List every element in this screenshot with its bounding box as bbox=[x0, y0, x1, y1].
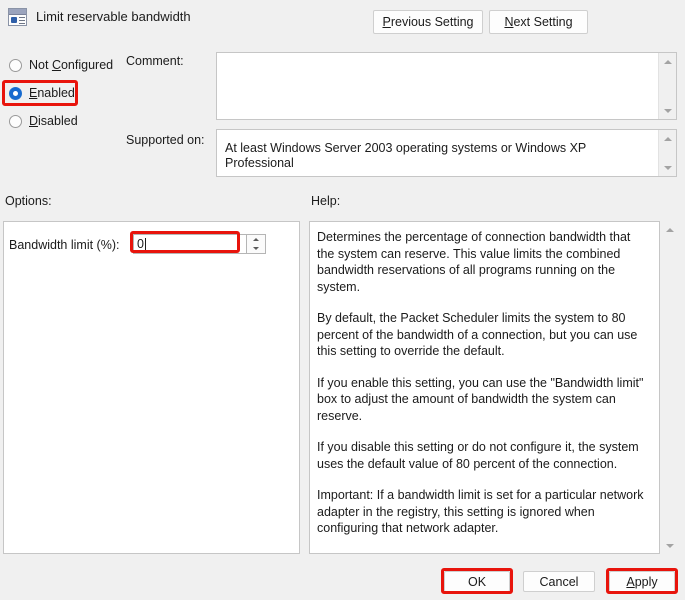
scroll-up-icon[interactable] bbox=[659, 130, 676, 147]
supported-on-value: At least Windows Server 2003 operating s… bbox=[225, 141, 587, 170]
next-setting-label: ext Setting bbox=[513, 15, 573, 29]
help-panel: Determines the percentage of connection … bbox=[309, 221, 660, 554]
comment-label: Comment: bbox=[126, 54, 184, 68]
scroll-up-icon[interactable] bbox=[661, 221, 678, 238]
help-paragraph: If you enable this setting, you can use … bbox=[317, 375, 644, 423]
supported-on-field[interactable]: At least Windows Server 2003 operating s… bbox=[216, 129, 677, 177]
ok-button-label: OK bbox=[467, 574, 487, 589]
bandwidth-limit-label: Bandwidth limit (%): bbox=[9, 238, 120, 252]
scroll-down-icon[interactable] bbox=[661, 537, 678, 554]
ok-button[interactable]: OK bbox=[444, 571, 510, 592]
policy-setting-icon bbox=[8, 8, 27, 26]
help-section-label: Help: bbox=[311, 194, 341, 208]
help-paragraph: By default, the Packet Scheduler limits … bbox=[317, 311, 638, 358]
text-caret bbox=[144, 237, 146, 251]
help-paragraph: If you disable this setting or do not co… bbox=[317, 440, 639, 471]
supported-on-label: Supported on: bbox=[126, 133, 205, 147]
help-scrollbar[interactable] bbox=[661, 221, 678, 554]
scroll-up-icon[interactable] bbox=[659, 53, 676, 70]
supported-on-scrollbar[interactable] bbox=[658, 130, 676, 176]
bandwidth-limit-value: 0 bbox=[137, 237, 144, 251]
dialog-titlebar: Limit reservable bandwidth Previous Sett… bbox=[0, 0, 685, 44]
radio-enabled-mark[interactable] bbox=[9, 86, 22, 100]
comment-field[interactable] bbox=[216, 52, 677, 120]
radio-disabled-mark[interactable] bbox=[9, 114, 22, 128]
radio-disabled[interactable]: Disabled bbox=[9, 112, 78, 130]
radio-enabled[interactable]: Enabled bbox=[9, 84, 75, 102]
apply-button[interactable]: Apply bbox=[609, 571, 675, 592]
apply-button-accel: A bbox=[626, 574, 635, 589]
radio-not-configured[interactable]: Not Configured bbox=[9, 56, 113, 74]
previous-setting-button[interactable]: Previous Setting bbox=[373, 10, 483, 34]
page-title: Limit reservable bandwidth bbox=[36, 9, 191, 24]
help-paragraph: Determines the percentage of connection … bbox=[317, 230, 631, 294]
comment-scrollbar[interactable] bbox=[658, 53, 676, 119]
bandwidth-spinner-buttons[interactable] bbox=[247, 234, 266, 254]
cancel-button-label: Cancel bbox=[539, 574, 579, 589]
bandwidth-limit-input[interactable]: 0 bbox=[133, 234, 247, 254]
help-paragraph: Important: If a bandwidth limit is set f… bbox=[317, 488, 644, 535]
cancel-button[interactable]: Cancel bbox=[523, 571, 595, 592]
help-panel-container: Determines the percentage of connection … bbox=[309, 221, 678, 554]
previous-setting-accel: P bbox=[382, 15, 391, 29]
radio-disabled-label: Disabled bbox=[29, 114, 78, 128]
scroll-down-icon[interactable] bbox=[659, 102, 676, 119]
apply-button-label: pply bbox=[634, 574, 658, 589]
bandwidth-limit-stepper[interactable]: 0 bbox=[133, 234, 266, 254]
help-text: Determines the percentage of connection … bbox=[317, 229, 651, 537]
next-setting-button[interactable]: Next Setting bbox=[489, 10, 588, 34]
options-section-label: Options: bbox=[5, 194, 52, 208]
radio-not-configured-mark[interactable] bbox=[9, 58, 22, 72]
previous-setting-label: revious Setting bbox=[390, 15, 474, 29]
radio-enabled-label: Enabled bbox=[29, 86, 75, 100]
radio-not-configured-label: Not Configured bbox=[29, 58, 114, 72]
spinner-down-icon[interactable] bbox=[247, 244, 264, 253]
options-panel bbox=[3, 221, 300, 554]
scroll-down-icon[interactable] bbox=[659, 159, 676, 176]
